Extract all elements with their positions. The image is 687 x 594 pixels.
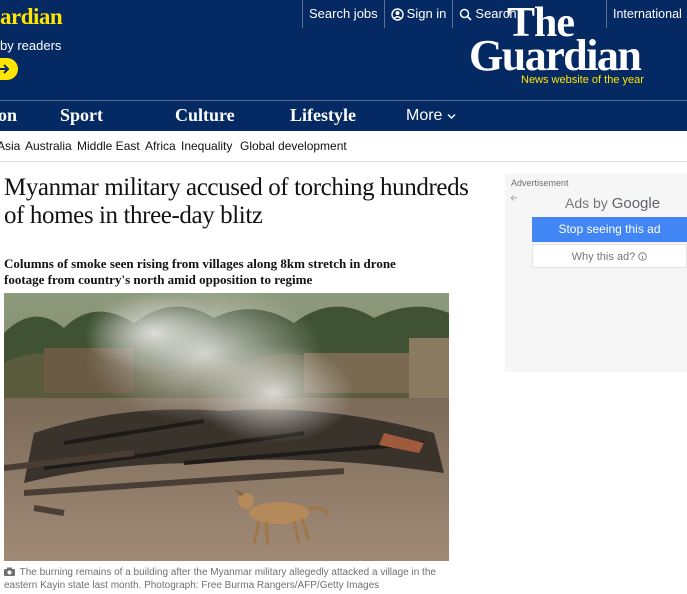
chevron-down-icon — [447, 114, 456, 119]
article-standfirst: Columns of smoke seen rising from villag… — [4, 256, 396, 287]
advertisement-slot: Advertisement Ads by Google Stop seeing … — [505, 174, 687, 372]
pillar-sport[interactable]: Sport — [60, 105, 103, 126]
pillar-lifestyle[interactable]: Lifestyle — [290, 105, 356, 126]
subnav-inequality[interactable]: Inequality — [181, 139, 232, 153]
google-logo-text: Google — [611, 195, 661, 212]
subnav-global-development[interactable]: Global development — [240, 139, 347, 153]
ad-label: Advertisement — [511, 178, 569, 188]
ads-by-label: Ads by — [565, 195, 608, 211]
masthead: ardian by readers Search jobs Sign in Se… — [0, 0, 687, 100]
stop-seeing-ad-button[interactable]: Stop seeing this ad — [532, 217, 687, 242]
pillar-nav: on Sport Culture Lifestyle More — [0, 100, 687, 132]
support-title: ardian — [0, 4, 63, 29]
article-main-image[interactable] — [4, 293, 449, 561]
subnav-asia[interactable]: Asia — [0, 139, 20, 153]
sign-in-label: Sign in — [406, 6, 447, 21]
arrow-left-icon — [510, 195, 517, 201]
user-icon — [390, 7, 404, 21]
search-jobs-link[interactable]: Search jobs — [302, 0, 384, 28]
sign-in-link[interactable]: Sign in — [383, 0, 453, 28]
image-caption: The burning remains of a building after … — [4, 566, 454, 592]
camera-icon — [4, 567, 15, 576]
search-jobs-label: Search jobs — [309, 6, 378, 21]
top-links: Search jobs Sign in Search — [302, 0, 523, 28]
arrow-right-icon — [0, 64, 10, 74]
caption-text: The burning remains of a building after … — [4, 567, 436, 591]
article-headline: Myanmar military accused of torching hun… — [4, 174, 469, 229]
support-arrow-button[interactable] — [0, 58, 18, 80]
logo-award: News website of the year — [521, 74, 644, 86]
why-this-ad-button[interactable]: Why this ad? — [532, 244, 687, 268]
subnav-africa[interactable]: Africa — [145, 139, 176, 153]
search-icon — [460, 8, 472, 21]
pillar-news[interactable]: on — [0, 105, 17, 126]
burned-village-photo — [4, 293, 449, 561]
sub-nav: Asia Australia Middle East Africa Inequa… — [0, 131, 687, 162]
edition-switcher[interactable]: International — [606, 0, 682, 28]
pillar-culture[interactable]: Culture — [175, 105, 235, 126]
ads-by-google: Ads by Google — [565, 195, 660, 212]
subnav-australia[interactable]: Australia — [25, 139, 72, 153]
logo-guardian[interactable]: Guardian — [469, 34, 642, 78]
pillar-more-label: More — [406, 107, 443, 124]
info-icon — [638, 252, 648, 261]
support-subtitle: by readers — [0, 38, 62, 53]
why-this-ad-label: Why this ad? — [571, 251, 636, 263]
subnav-middle-east[interactable]: Middle East — [77, 139, 140, 153]
pillar-more[interactable]: More — [406, 107, 456, 125]
ad-back-button[interactable] — [510, 194, 518, 205]
